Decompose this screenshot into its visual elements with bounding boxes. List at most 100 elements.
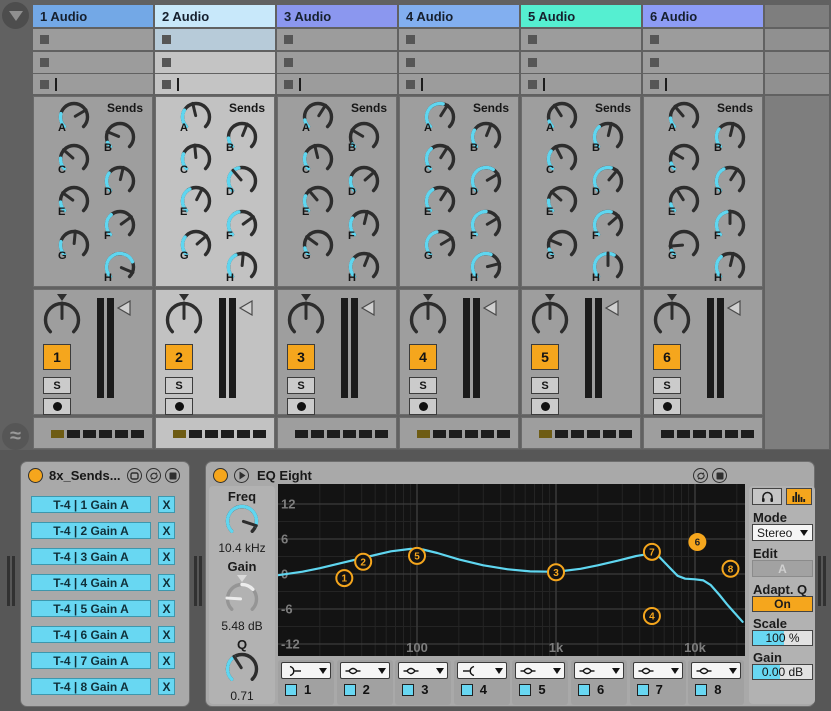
clip-stop-button[interactable] bbox=[650, 35, 659, 44]
clip-stop-button[interactable] bbox=[40, 58, 49, 67]
clip-stop-button[interactable] bbox=[650, 80, 659, 89]
spectrum-button[interactable] bbox=[786, 488, 812, 505]
pan-knob[interactable] bbox=[408, 300, 448, 345]
q-knob[interactable] bbox=[224, 651, 260, 692]
track-title[interactable]: 5 Audio bbox=[521, 5, 641, 27]
unmap-button[interactable]: X bbox=[158, 574, 175, 591]
clip-slot[interactable] bbox=[155, 74, 275, 94]
solo-button[interactable]: S bbox=[43, 377, 71, 394]
unmap-button[interactable]: X bbox=[158, 522, 175, 539]
unmap-button[interactable]: X bbox=[158, 626, 175, 643]
volume-handle[interactable] bbox=[482, 300, 497, 316]
save-preset-button[interactable] bbox=[165, 468, 180, 483]
pan-knob[interactable] bbox=[42, 300, 82, 345]
mapped-param-button[interactable]: T-4 | 8 Gain A bbox=[31, 678, 151, 695]
clip-stop-button[interactable] bbox=[406, 80, 415, 89]
clip-stop-button[interactable] bbox=[528, 58, 537, 67]
track-activator-button[interactable]: 1 bbox=[43, 344, 71, 370]
track-activator-button[interactable]: 3 bbox=[287, 344, 315, 370]
pan-knob[interactable] bbox=[164, 300, 204, 345]
mapped-param-button[interactable]: T-4 | 6 Gain A bbox=[31, 626, 151, 643]
freq-knob[interactable] bbox=[224, 503, 260, 544]
clip-stop-button[interactable] bbox=[528, 80, 537, 89]
volume-handle[interactable] bbox=[238, 300, 253, 316]
clip-stop-button[interactable] bbox=[162, 80, 171, 89]
band-8-enable-checkbox[interactable] bbox=[695, 684, 707, 696]
band-4-filter-type-select[interactable] bbox=[457, 662, 507, 679]
clip-slot[interactable] bbox=[33, 74, 153, 94]
pan-knob[interactable] bbox=[530, 300, 570, 345]
mapped-param-button[interactable]: T-4 | 7 Gain A bbox=[31, 652, 151, 669]
eq-band-handle-4[interactable]: 4 bbox=[644, 608, 660, 624]
band-8-filter-type-select[interactable] bbox=[691, 662, 741, 679]
gain-value[interactable]: 5.48 dB bbox=[209, 619, 275, 633]
band-6-enable-checkbox[interactable] bbox=[578, 684, 590, 696]
hot-swap-button[interactable] bbox=[146, 468, 161, 483]
eq-band-handle-3[interactable]: 3 bbox=[548, 564, 564, 580]
arm-button[interactable] bbox=[653, 398, 681, 415]
clip-stop-button[interactable] bbox=[162, 35, 171, 44]
clip-stop-button[interactable] bbox=[284, 80, 293, 89]
track-title[interactable]: 3 Audio bbox=[277, 5, 397, 27]
gain-knob[interactable] bbox=[224, 581, 260, 622]
edit-channel-button[interactable]: A bbox=[752, 560, 813, 577]
output-gain-slider[interactable]: 0.00 dB bbox=[752, 664, 813, 680]
clip-slot[interactable] bbox=[643, 74, 763, 94]
unmap-button[interactable]: X bbox=[158, 652, 175, 669]
clip-stop-button[interactable] bbox=[406, 58, 415, 67]
clip-stop-button[interactable] bbox=[528, 35, 537, 44]
device-on-led[interactable] bbox=[213, 468, 228, 483]
clip-slot[interactable] bbox=[399, 52, 519, 73]
mapped-param-button[interactable]: T-4 | 2 Gain A bbox=[31, 522, 151, 539]
unmap-button[interactable]: X bbox=[158, 496, 175, 513]
clip-slot[interactable] bbox=[277, 74, 397, 94]
clip-slot[interactable] bbox=[643, 52, 763, 73]
audition-button[interactable] bbox=[752, 488, 782, 505]
band-1-enable-checkbox[interactable] bbox=[285, 684, 297, 696]
clip-stop-button[interactable] bbox=[40, 35, 49, 44]
scale-slider[interactable]: 100 % bbox=[752, 630, 813, 646]
clip-stop-button[interactable] bbox=[40, 80, 49, 89]
map-button[interactable] bbox=[127, 468, 142, 483]
track-title[interactable]: 4 Audio bbox=[399, 5, 519, 27]
band-3-enable-checkbox[interactable] bbox=[402, 684, 414, 696]
unmap-button[interactable]: X bbox=[158, 548, 175, 565]
eq-band-handle-5[interactable]: 5 bbox=[409, 548, 425, 564]
fold-tracks-button[interactable] bbox=[2, 2, 29, 29]
track-activator-button[interactable]: 4 bbox=[409, 344, 437, 370]
band-1-filter-type-select[interactable] bbox=[281, 662, 331, 679]
unmap-button[interactable]: X bbox=[158, 600, 175, 617]
clip-slot[interactable] bbox=[521, 52, 641, 73]
device-scroll-handle-mid[interactable] bbox=[194, 556, 203, 606]
track-activator-button[interactable]: 5 bbox=[531, 344, 559, 370]
eq-band-handle-2[interactable]: 2 bbox=[355, 554, 371, 570]
pan-knob[interactable] bbox=[652, 300, 692, 345]
device-expand-button[interactable] bbox=[234, 468, 249, 483]
band-5-filter-type-select[interactable] bbox=[515, 662, 565, 679]
volume-handle[interactable] bbox=[604, 300, 619, 316]
band-6-filter-type-select[interactable] bbox=[574, 662, 624, 679]
clip-slot[interactable] bbox=[521, 74, 641, 94]
unmap-button[interactable]: X bbox=[158, 678, 175, 695]
arm-button[interactable] bbox=[165, 398, 193, 415]
clip-slot[interactable] bbox=[521, 29, 641, 50]
solo-button[interactable]: S bbox=[409, 377, 437, 394]
arm-button[interactable] bbox=[531, 398, 559, 415]
arm-button[interactable] bbox=[287, 398, 315, 415]
eq-band-handle-6[interactable]: 6 bbox=[688, 533, 706, 551]
clip-stop-button[interactable] bbox=[284, 58, 293, 67]
band-2-filter-type-select[interactable] bbox=[340, 662, 390, 679]
track-activator-button[interactable]: 6 bbox=[653, 344, 681, 370]
mapped-param-button[interactable]: T-4 | 5 Gain A bbox=[31, 600, 151, 617]
clip-stop-button[interactable] bbox=[284, 35, 293, 44]
freq-value[interactable]: 10.4 kHz bbox=[209, 541, 275, 555]
solo-button[interactable]: S bbox=[287, 377, 315, 394]
clip-slot[interactable] bbox=[277, 52, 397, 73]
arm-button[interactable] bbox=[43, 398, 71, 415]
band-7-enable-checkbox[interactable] bbox=[637, 684, 649, 696]
clip-slot[interactable] bbox=[399, 74, 519, 94]
clip-slot[interactable] bbox=[643, 29, 763, 50]
clip-stop-button[interactable] bbox=[406, 35, 415, 44]
solo-button[interactable]: S bbox=[531, 377, 559, 394]
clip-slot[interactable] bbox=[155, 52, 275, 73]
